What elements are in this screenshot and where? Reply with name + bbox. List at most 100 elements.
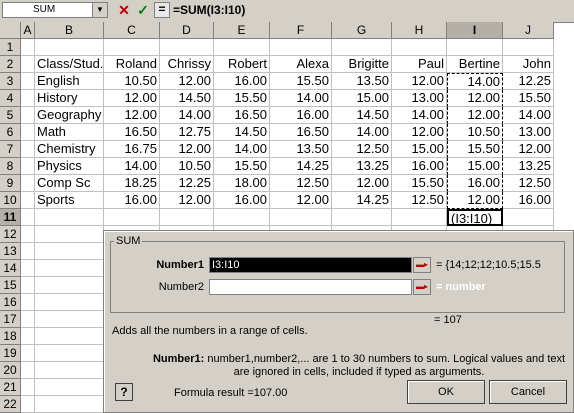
cell[interactable]: 13.25 [503,158,554,175]
row-header-6[interactable]: 6 [0,124,21,141]
cell[interactable]: 12.00 [392,73,447,90]
cell[interactable]: 12.00 [503,141,554,158]
cell[interactable]: 14.25 [332,192,392,209]
cell[interactable]: 15.00 [447,158,503,175]
cell[interactable]: 12.00 [160,73,214,90]
number2-input[interactable] [209,279,412,295]
cancel-formula-icon[interactable]: ✕ [116,2,132,18]
enter-formula-icon[interactable]: ✓ [135,2,151,18]
cell[interactable]: 12.50 [270,175,332,192]
row-header-10[interactable]: 10 [0,192,21,209]
row-header-3[interactable]: 3 [0,73,21,90]
cell[interactable]: 16.75 [104,141,160,158]
cancel-button[interactable]: Cancel [489,380,567,404]
cell[interactable]: 13.50 [332,73,392,90]
cell[interactable]: English [35,73,104,90]
active-cell[interactable]: (I3:I10) [447,209,503,226]
cell[interactable] [35,226,104,243]
cell[interactable] [35,209,104,226]
cell[interactable] [21,226,35,243]
name-box[interactable]: SUM ▼ [2,2,108,18]
cell[interactable]: 14.50 [214,124,270,141]
cell[interactable]: 14.00 [160,107,214,124]
row-header-1[interactable]: 1 [0,39,21,56]
cell[interactable]: Bertine [447,56,503,73]
select-all-corner[interactable] [0,22,21,39]
formula-input[interactable]: =SUM(I3:I10) [173,3,245,17]
cell[interactable] [35,345,104,362]
cell[interactable] [392,209,447,226]
cell[interactable]: 16.00 [104,192,160,209]
cell[interactable]: 16.00 [447,175,503,192]
cell[interactable] [35,396,104,413]
cell[interactable]: 12.00 [392,124,447,141]
cell[interactable]: 14.00 [104,158,160,175]
ok-button[interactable]: OK [407,380,485,404]
cell[interactable]: 14.00 [214,141,270,158]
cell[interactable]: 14.00 [270,90,332,107]
cell[interactable]: Paul [392,56,447,73]
cell[interactable]: 13.50 [270,141,332,158]
cell[interactable]: 13.00 [503,124,554,141]
row-header-12[interactable]: 12 [0,226,21,243]
cell[interactable]: Comp Sc [35,175,104,192]
collapse-dialog-icon[interactable]: ▬▸ [413,257,431,273]
row-header-19[interactable]: 19 [0,345,21,362]
cell[interactable] [332,39,392,56]
cell[interactable]: Geography [35,107,104,124]
cell[interactable]: 10.50 [160,158,214,175]
column-header-j[interactable]: J [503,22,554,39]
cell[interactable]: 18.00 [214,175,270,192]
cell[interactable] [214,209,270,226]
cell[interactable]: 15.50 [447,141,503,158]
cell[interactable] [392,39,447,56]
cell[interactable]: 15.50 [503,90,554,107]
cell[interactable] [35,277,104,294]
cell[interactable]: 12.50 [392,192,447,209]
cell[interactable] [35,39,104,56]
cell[interactable]: 10.50 [104,73,160,90]
row-header-9[interactable]: 9 [0,175,21,192]
cell[interactable]: 13.00 [392,90,447,107]
row-header-21[interactable]: 21 [0,379,21,396]
cell[interactable]: 14.00 [503,107,554,124]
column-header-c[interactable]: C [104,22,160,39]
cell[interactable] [447,39,503,56]
cell[interactable]: Brigitte [332,56,392,73]
cell[interactable]: 16.50 [104,124,160,141]
cell[interactable]: Chrissy [160,56,214,73]
help-button[interactable]: ? [115,383,133,401]
cell[interactable]: 12.75 [160,124,214,141]
cell[interactable] [21,158,35,175]
cell[interactable]: 14.00 [392,107,447,124]
cell[interactable]: 15.00 [332,90,392,107]
cell[interactable] [35,294,104,311]
cell[interactable]: 12.00 [160,192,214,209]
cell[interactable]: 14.50 [160,90,214,107]
row-header-17[interactable]: 17 [0,311,21,328]
number1-input[interactable]: I3:I10 [209,257,412,273]
edit-formula-icon[interactable]: = [154,2,170,18]
cell[interactable] [503,39,554,56]
cell[interactable] [21,124,35,141]
column-header-d[interactable]: D [160,22,214,39]
cell[interactable]: History [35,90,104,107]
cell[interactable] [21,294,35,311]
column-header-e[interactable]: E [214,22,270,39]
cell[interactable]: 12.00 [160,141,214,158]
row-header-22[interactable]: 22 [0,396,21,413]
row-header-8[interactable]: 8 [0,158,21,175]
cell[interactable] [21,73,35,90]
cell[interactable]: 14.25 [270,158,332,175]
column-header-g[interactable]: G [332,22,392,39]
cell[interactable] [21,396,35,413]
cell[interactable]: 16.50 [214,107,270,124]
cell[interactable]: 14.50 [332,107,392,124]
cell[interactable] [35,311,104,328]
row-header-2[interactable]: 2 [0,56,21,73]
cell[interactable]: Class/Stud. [35,56,104,73]
cell[interactable]: 12.00 [447,192,503,209]
cell[interactable] [21,277,35,294]
row-header-13[interactable]: 13 [0,243,21,260]
cell[interactable]: 12.25 [160,175,214,192]
